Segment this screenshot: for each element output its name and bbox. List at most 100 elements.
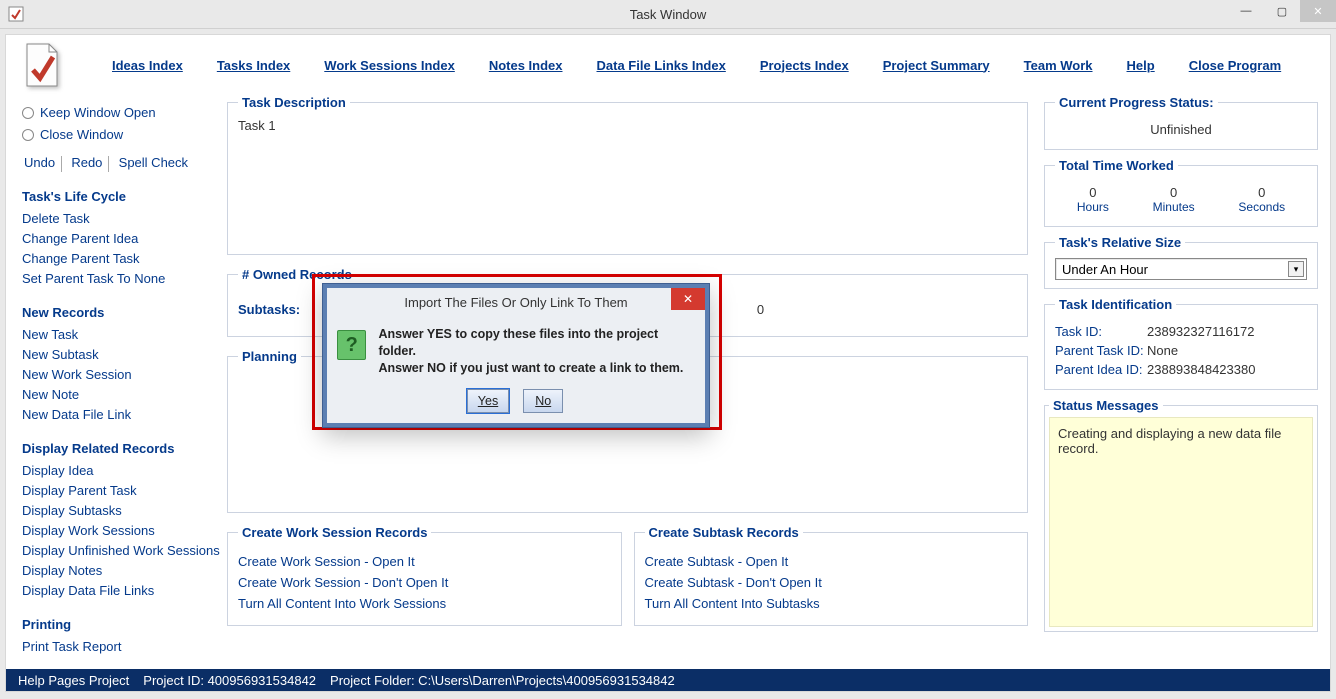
new-note[interactable]: New Note xyxy=(22,385,221,405)
create-subtask-group: Create Subtask Records Create Subtask - … xyxy=(634,525,1029,626)
yes-button[interactable]: Yes xyxy=(467,389,509,413)
dialog-message: Answer YES to copy these files into the … xyxy=(378,326,693,377)
new-data-file-link[interactable]: New Data File Link xyxy=(22,405,221,425)
relative-size-group: Task's Relative Size Under An Hour ▾ xyxy=(1044,235,1318,289)
set-parent-task-none[interactable]: Set Parent Task To None xyxy=(22,269,221,289)
dialog-message-line1: Answer YES to copy these files into the … xyxy=(378,326,693,360)
radio-close-window[interactable]: Close Window xyxy=(22,125,221,145)
relative-size-value: Under An Hour xyxy=(1062,262,1148,277)
task-identification-legend: Task Identification xyxy=(1055,297,1176,312)
radio-label: Close Window xyxy=(40,125,123,145)
total-time-legend: Total Time Worked xyxy=(1055,158,1178,173)
display-subtasks[interactable]: Display Subtasks xyxy=(22,501,221,521)
owned-records-legend: # Owned Records xyxy=(238,267,356,282)
spell-check-button[interactable]: Spell Check xyxy=(117,153,190,173)
radio-icon xyxy=(22,107,34,119)
minutes-value: 0 xyxy=(1153,185,1195,200)
task-id-label: Task ID: xyxy=(1055,324,1147,339)
heading-new-records: New Records xyxy=(22,303,221,323)
top-menu: Ideas Index Tasks Index Work Sessions In… xyxy=(6,35,1330,95)
seconds-label: Seconds xyxy=(1238,200,1285,214)
radio-icon xyxy=(22,129,34,141)
task-description-legend: Task Description xyxy=(238,95,350,110)
redo-button[interactable]: Redo xyxy=(69,153,104,173)
create-ws-no-open[interactable]: Create Work Session - Don't Open It xyxy=(238,575,611,590)
sidebar: Keep Window Open Close Window Undo Redo … xyxy=(6,95,221,673)
chevron-down-icon: ▾ xyxy=(1288,261,1304,277)
menu-work-sessions-index[interactable]: Work Sessions Index xyxy=(324,58,455,73)
heading-task-life-cycle: Task's Life Cycle xyxy=(22,187,221,207)
dialog-close-button[interactable]: ✕ xyxy=(671,288,705,310)
turn-content-into-subtasks[interactable]: Turn All Content Into Subtasks xyxy=(645,596,1018,611)
status-messages-group: Status Messages Creating and displaying … xyxy=(1044,398,1318,632)
display-unfinished-work-sessions[interactable]: Display Unfinished Work Sessions xyxy=(22,541,221,561)
menu-team-work[interactable]: Team Work xyxy=(1024,58,1093,73)
menu-data-file-links-index[interactable]: Data File Links Index xyxy=(597,58,726,73)
hours-value: 0 xyxy=(1077,185,1109,200)
planning-legend: Planning xyxy=(238,349,301,364)
create-ws-legend: Create Work Session Records xyxy=(238,525,431,540)
menu-projects-index[interactable]: Projects Index xyxy=(760,58,849,73)
menu-close-program[interactable]: Close Program xyxy=(1189,58,1281,73)
create-ws-open[interactable]: Create Work Session - Open It xyxy=(238,554,611,569)
progress-status-legend: Current Progress Status: xyxy=(1055,95,1218,110)
relative-size-legend: Task's Relative Size xyxy=(1055,235,1185,250)
menu-notes-index[interactable]: Notes Index xyxy=(489,58,563,73)
task-description-text[interactable]: Task 1 xyxy=(238,118,1017,133)
menu-tasks-index[interactable]: Tasks Index xyxy=(217,58,290,73)
delete-task[interactable]: Delete Task xyxy=(22,209,221,229)
status-help-pages: Help Pages Project xyxy=(18,673,129,688)
progress-status-group: Current Progress Status: Unfinished xyxy=(1044,95,1318,150)
window-close-button[interactable]: ✕ xyxy=(1300,0,1336,22)
total-time-group: Total Time Worked 0Hours 0Minutes 0Secon… xyxy=(1044,158,1318,227)
no-button[interactable]: No xyxy=(523,389,563,413)
create-subtask-no-open[interactable]: Create Subtask - Don't Open It xyxy=(645,575,1018,590)
status-bar: Help Pages Project Project ID: 400956931… xyxy=(6,669,1330,691)
status-messages-text: Creating and displaying a new data file … xyxy=(1049,417,1313,627)
minimize-button[interactable]: — xyxy=(1228,0,1264,22)
change-parent-task[interactable]: Change Parent Task xyxy=(22,249,221,269)
radio-keep-window-open[interactable]: Keep Window Open xyxy=(22,103,221,123)
dialog-titlebar[interactable]: Import The Files Or Only Link To Them ✕ xyxy=(327,288,705,316)
create-subtask-open[interactable]: Create Subtask - Open It xyxy=(645,554,1018,569)
task-id-value: 238932327116172 xyxy=(1147,324,1255,339)
minutes-label: Minutes xyxy=(1153,200,1195,214)
new-work-session[interactable]: New Work Session xyxy=(22,365,221,385)
print-task-report[interactable]: Print Task Report xyxy=(22,637,221,657)
menu-help[interactable]: Help xyxy=(1127,58,1155,73)
menu-project-summary[interactable]: Project Summary xyxy=(883,58,990,73)
new-subtask[interactable]: New Subtask xyxy=(22,345,221,365)
progress-status-value: Unfinished xyxy=(1055,118,1307,141)
question-icon: ? xyxy=(337,330,366,360)
parent-task-id-value: None xyxy=(1147,343,1178,358)
menu-ideas-index[interactable]: Ideas Index xyxy=(112,58,183,73)
turn-content-into-ws[interactable]: Turn All Content Into Work Sessions xyxy=(238,596,611,611)
divider xyxy=(61,156,66,172)
task-description-group: Task Description Task 1 xyxy=(227,95,1028,255)
undo-button[interactable]: Undo xyxy=(22,153,57,173)
radio-label: Keep Window Open xyxy=(40,103,156,123)
change-parent-idea[interactable]: Change Parent Idea xyxy=(22,229,221,249)
dialog-title: Import The Files Or Only Link To Them xyxy=(404,295,627,310)
relative-size-select[interactable]: Under An Hour ▾ xyxy=(1055,258,1307,280)
display-parent-task[interactable]: Display Parent Task xyxy=(22,481,221,501)
display-idea[interactable]: Display Idea xyxy=(22,461,221,481)
parent-idea-id-label: Parent Idea ID: xyxy=(1055,362,1147,377)
status-project-folder: Project Folder: C:\Users\Darren\Projects… xyxy=(330,673,675,688)
page-logo-icon xyxy=(22,42,62,88)
display-work-sessions[interactable]: Display Work Sessions xyxy=(22,521,221,541)
work-sessions-count: 0 xyxy=(751,302,769,317)
parent-idea-id-value: 238893848423380 xyxy=(1147,362,1255,377)
window-titlebar: Task Window — ▢ ✕ xyxy=(0,0,1336,29)
display-notes[interactable]: Display Notes xyxy=(22,561,221,581)
create-subtask-legend: Create Subtask Records xyxy=(645,525,803,540)
status-messages-legend: Status Messages xyxy=(1049,398,1163,413)
heading-display-related: Display Related Records xyxy=(22,439,221,459)
seconds-value: 0 xyxy=(1238,185,1285,200)
heading-printing: Printing xyxy=(22,615,221,635)
display-data-file-links[interactable]: Display Data File Links xyxy=(22,581,221,601)
maximize-button[interactable]: ▢ xyxy=(1264,0,1300,22)
new-task[interactable]: New Task xyxy=(22,325,221,345)
right-panel: Current Progress Status: Unfinished Tota… xyxy=(1040,95,1330,673)
subtasks-label: Subtasks: xyxy=(238,302,300,317)
